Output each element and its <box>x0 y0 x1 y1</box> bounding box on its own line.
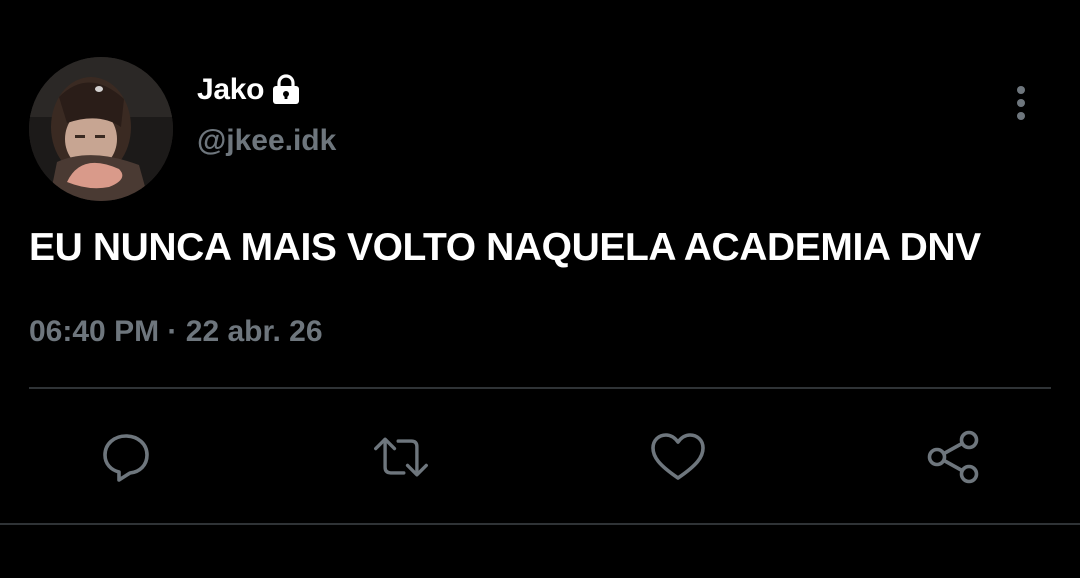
reply-button[interactable] <box>97 428 155 486</box>
retweet-icon <box>374 437 428 477</box>
avatar[interactable] <box>29 57 173 201</box>
divider <box>29 387 1051 389</box>
divider <box>0 523 1080 525</box>
display-name[interactable]: Jako <box>197 73 264 107</box>
tweet-time: 06:40 PM <box>29 315 160 348</box>
share-button[interactable] <box>925 428 983 486</box>
tweet-card: Jako @jkee.idk EU NUNCA MAIS VOLTO NAQUE… <box>0 0 1080 578</box>
more-options-button[interactable] <box>1005 84 1037 124</box>
tweet-date: 22 abr. 26 <box>185 315 323 348</box>
reply-icon <box>103 434 149 482</box>
name-row: Jako <box>197 72 301 108</box>
avatar-photo <box>29 57 173 201</box>
lock-icon <box>271 74 301 106</box>
more-options-icon <box>1017 86 1025 120</box>
retweet-button[interactable] <box>372 428 430 486</box>
meta-separator: · <box>167 315 178 348</box>
like-icon <box>651 433 705 480</box>
user-handle[interactable]: @jkee.idk <box>197 124 336 158</box>
share-icon <box>927 430 979 484</box>
tweet-text: EU NUNCA MAIS VOLTO NAQUELA ACADEMIA DNV <box>29 226 981 269</box>
tweet-timestamp[interactable]: 06:40 PM · 22 abr. 26 <box>29 315 323 349</box>
like-button[interactable] <box>649 428 707 486</box>
